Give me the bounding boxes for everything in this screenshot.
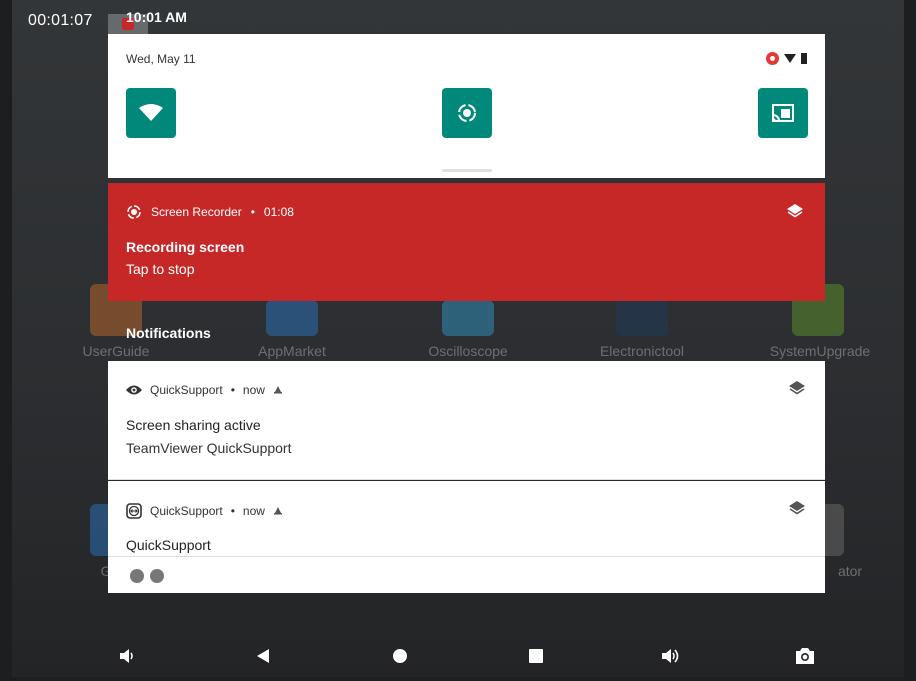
volume-down-button[interactable]	[117, 646, 137, 666]
eye-icon	[126, 385, 142, 395]
separator-dot: •	[230, 383, 235, 397]
volume-up-icon	[662, 649, 679, 663]
home-icon	[393, 649, 407, 663]
app-label: SystemUpgrade	[769, 343, 871, 359]
notification-app-name: QuickSupport	[150, 504, 223, 518]
app-label: Oscilloscope	[428, 343, 508, 359]
recorder-header: Screen Recorder • 01:08	[126, 204, 294, 220]
app-label: Electronictool	[599, 343, 685, 359]
recorder-app-name: Screen Recorder	[151, 205, 242, 219]
volume-down-icon	[120, 649, 133, 663]
notification-divider	[108, 556, 825, 557]
app-label: UserGuide	[82, 343, 150, 359]
notifications-header: Notifications	[126, 325, 211, 341]
screen-record-icon	[127, 205, 141, 219]
screen-record-status-icon	[766, 52, 779, 65]
quick-settings-panel: Wed, May 11	[108, 34, 825, 178]
cast-icon	[772, 104, 794, 122]
app-small-icon	[130, 569, 144, 583]
notification-time: now	[242, 504, 265, 518]
notification-app-name: QuickSupport	[150, 383, 223, 397]
recents-icon	[529, 649, 543, 663]
notification-card[interactable]: QuickSupport • now Screen sharing active…	[108, 361, 825, 480]
wifi-status-icon	[784, 54, 796, 63]
recording-timer: 00:01:07	[28, 12, 93, 29]
screenshot-button[interactable]	[795, 646, 815, 666]
status-time: 10:01 AM	[126, 9, 187, 25]
oscilloscope-app-icon	[442, 300, 494, 336]
separator-dot: •	[230, 504, 235, 518]
recorder-text: Tap to stop	[126, 261, 195, 277]
layers-icon[interactable]	[787, 204, 803, 218]
electronictool-app-icon	[616, 300, 668, 336]
bottom-edge	[0, 677, 916, 681]
notification-time: now	[242, 383, 265, 397]
right-edge	[904, 0, 916, 681]
notification-text: TeamViewer QuickSupport	[126, 440, 292, 456]
appmarket-app-icon	[266, 300, 318, 336]
separator-dot: •	[250, 205, 255, 219]
notification-title: QuickSupport	[126, 537, 211, 553]
recorder-title: Recording screen	[126, 239, 245, 255]
layers-icon[interactable]	[789, 501, 805, 515]
screen-record-icon	[458, 104, 476, 122]
status-icons	[766, 52, 807, 65]
alert-icon	[273, 386, 282, 394]
alert-icon	[273, 507, 282, 515]
screen-recorder-notification[interactable]: Screen Recorder • 01:08 Recording screen…	[108, 183, 825, 301]
quick-settings-date: Wed, May 11	[126, 52, 196, 66]
left-edge	[0, 0, 12, 681]
teamviewer-icon	[126, 503, 142, 519]
cast-tile[interactable]	[758, 88, 808, 138]
app-small-icon	[150, 569, 164, 583]
back-icon	[257, 649, 269, 663]
overflow-notification-icons[interactable]	[130, 569, 164, 583]
home-button[interactable]	[390, 646, 410, 666]
navigation-bar	[0, 636, 916, 677]
wifi-icon	[139, 104, 163, 121]
battery-icon	[801, 53, 807, 64]
app-label: AppMarket	[258, 343, 326, 359]
wifi-tile[interactable]	[126, 88, 176, 138]
notification-card[interactable]: QuickSupport • now QuickSupport	[108, 481, 825, 593]
volume-up-button[interactable]	[661, 646, 681, 666]
expand-handle[interactable]	[442, 169, 492, 172]
recents-button[interactable]	[526, 646, 546, 666]
screenshot-icon	[796, 648, 814, 664]
notification-header: QuickSupport • now	[126, 383, 283, 397]
back-button[interactable]	[253, 646, 273, 666]
screen-record-tile[interactable]	[442, 88, 492, 138]
recorder-time: 01:08	[263, 205, 294, 219]
notification-title: Screen sharing active	[126, 417, 261, 433]
layers-icon[interactable]	[789, 381, 805, 395]
notification-header: QuickSupport • now	[126, 503, 283, 519]
